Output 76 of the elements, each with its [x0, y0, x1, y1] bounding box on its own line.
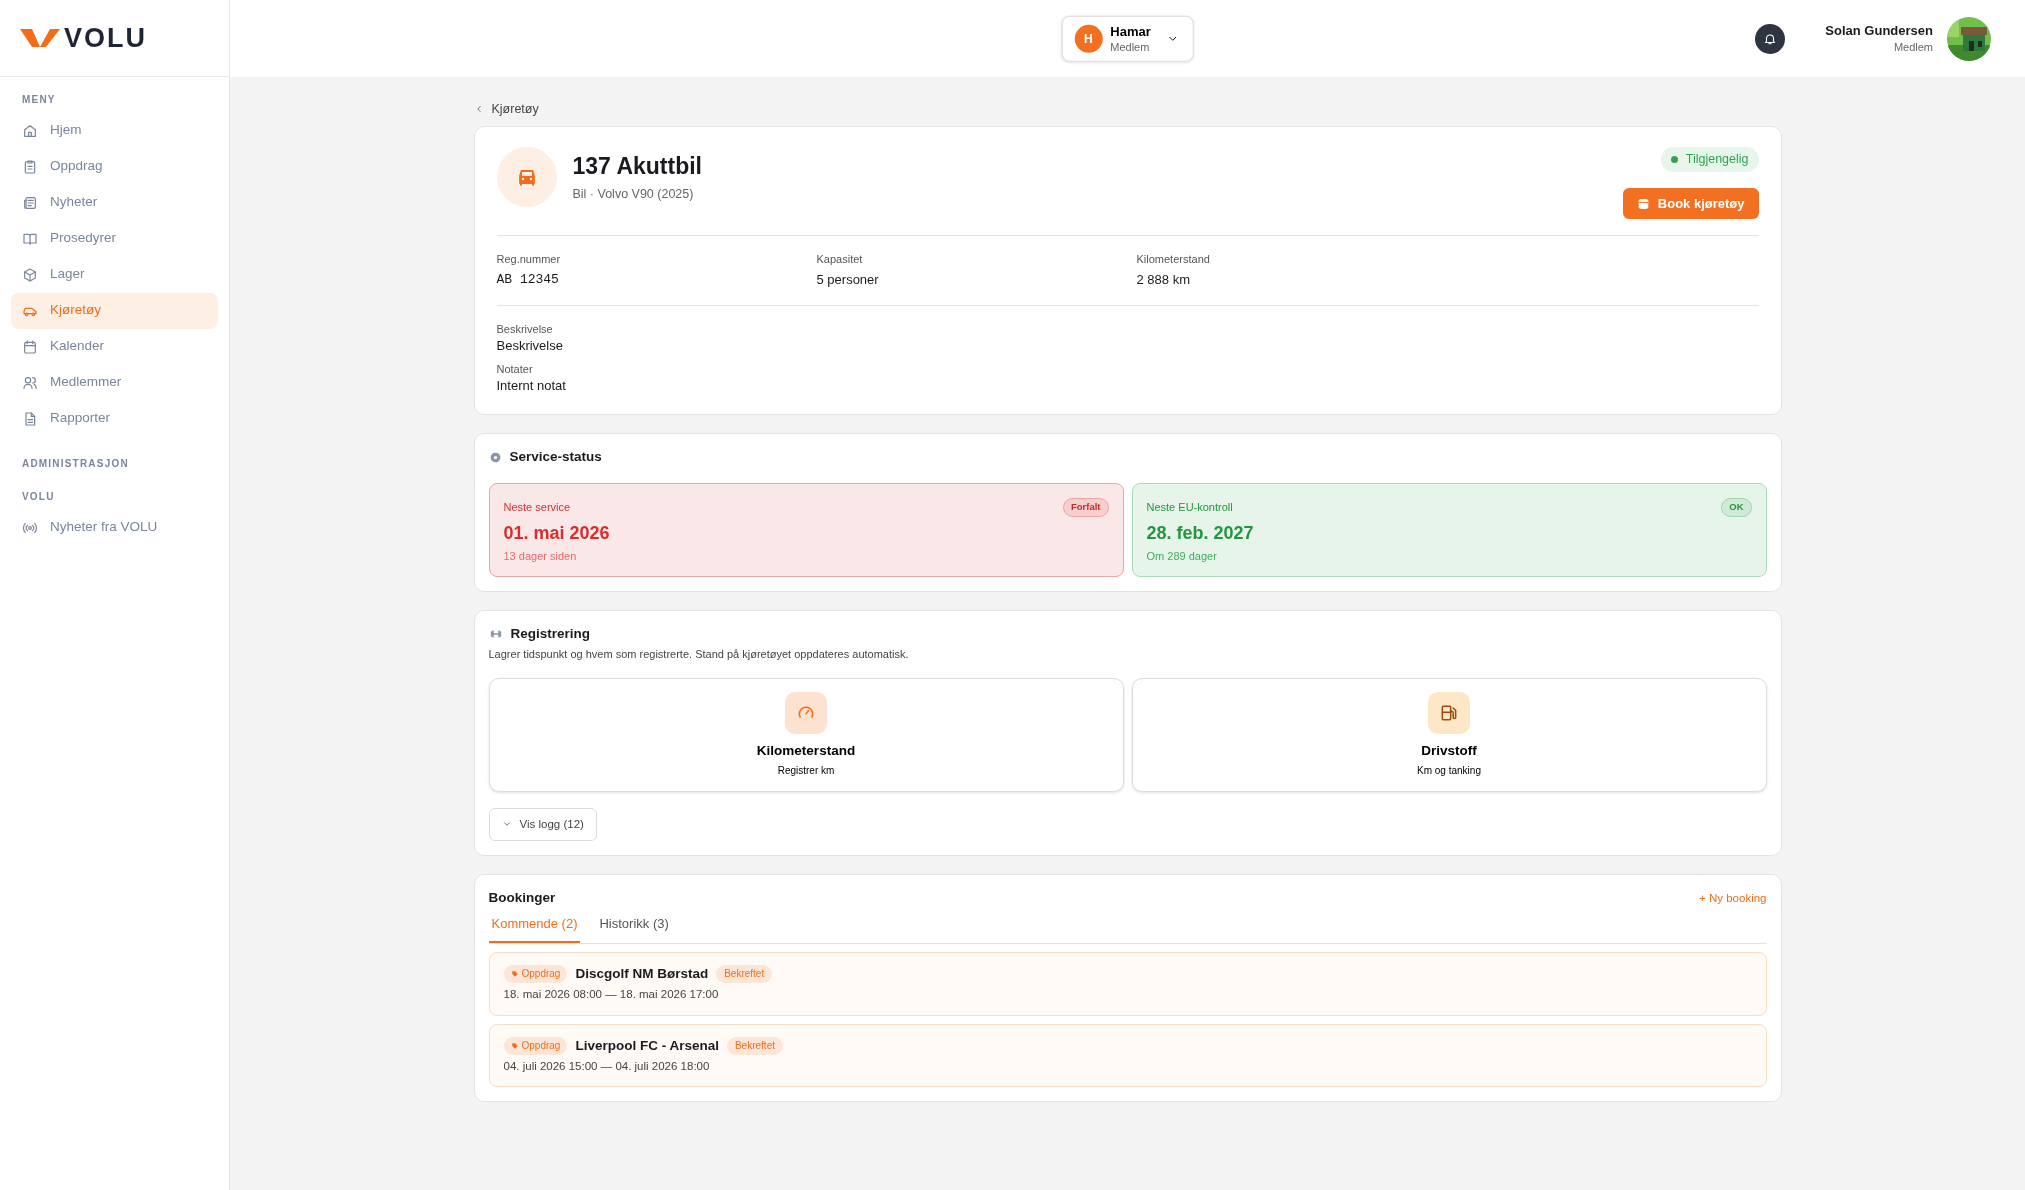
- tag-icon: [510, 970, 519, 979]
- calendar-icon: [1636, 197, 1650, 210]
- section-heading: MENY: [21, 93, 57, 107]
- back-link[interactable]: Kjøretøy: [473, 101, 539, 118]
- vehicle-subtitle: Bil · Volvo V90 (2025): [572, 185, 695, 203]
- dumbbell-icon: [488, 628, 503, 639]
- sidebar-item[interactable]: Hjem: [11, 112, 218, 149]
- show-log-button[interactable]: Vis logg (12): [488, 807, 597, 842]
- sidebar-item[interactable]: Kalender: [11, 328, 218, 365]
- booking-title: Discgolf NM Børstad: [575, 965, 709, 983]
- section-title: Bookinger: [488, 889, 556, 908]
- organization-role: Medlem: [1110, 39, 1151, 55]
- section-title: Registrering: [510, 624, 591, 643]
- status-badge: Bekreftet: [726, 1037, 783, 1055]
- status-badge: OK: [1721, 497, 1752, 517]
- clipboard-icon: [22, 158, 38, 175]
- user-name: Solan Gundersen: [1825, 22, 1933, 40]
- notification-button[interactable]: [1755, 23, 1786, 54]
- section-heading: ADMINISTRASJON: [21, 456, 130, 470]
- field-label: Kapasitet: [816, 252, 864, 268]
- sidebar-item[interactable]: Nyheter fra VOLU: [11, 509, 218, 546]
- field-value: AB 12345: [496, 271, 560, 289]
- field-label: Beskrivelse: [496, 321, 554, 337]
- status-label: Neste EU-kontroll: [1146, 499, 1233, 515]
- due-date: 28. feb. 2027: [1146, 521, 1255, 545]
- registration-button[interactable]: Drivstoff Km og tanking: [1131, 677, 1767, 792]
- sidebar-item[interactable]: Prosedyrer: [11, 220, 218, 257]
- tab[interactable]: Kommende (2): [488, 915, 581, 943]
- booking-time: 18. mai 2026 08:00 — 18. mai 2026 17:00: [503, 987, 720, 1003]
- logo-text: VOLU: [64, 21, 147, 55]
- category-tag: Oppdrag: [503, 965, 568, 983]
- sidebar-item[interactable]: Oppdrag: [11, 148, 218, 185]
- bell-icon: [1763, 31, 1778, 46]
- status-badge: Bekreftet: [716, 965, 773, 983]
- field-value: 2 888 km: [1136, 271, 1191, 289]
- registration-button[interactable]: Kilometerstand Registrer km: [488, 677, 1124, 792]
- due-detail: Om 289 dager: [1146, 548, 1218, 564]
- organization-switcher[interactable]: H Hamar Medlem: [1061, 15, 1194, 62]
- section-heading: VOLU: [21, 490, 56, 504]
- book-vehicle-button[interactable]: Book kjøretøy: [1622, 187, 1759, 220]
- document-icon: [22, 410, 38, 427]
- field-value: Internt notat: [496, 376, 567, 395]
- field-label: Kilometerstand: [1136, 252, 1211, 268]
- users-icon: [22, 374, 38, 391]
- home-icon: [22, 122, 38, 139]
- status-badge: Tilgjengelig: [1660, 146, 1759, 172]
- section-title: Service-status: [509, 448, 602, 467]
- sidebar-item[interactable]: Rapporter: [11, 400, 218, 437]
- category-tag: Oppdrag: [503, 1037, 568, 1055]
- due-date: 01. mai 2026: [503, 521, 611, 545]
- sidebar-item[interactable]: Lager: [11, 256, 218, 293]
- vehicle-title: 137 Akuttbil: [572, 151, 702, 181]
- booking-title: Liverpool FC - Arsenal: [575, 1036, 719, 1055]
- organization-name: Hamar: [1110, 22, 1151, 40]
- booking-item[interactable]: Oppdrag Discgolf NM Børstad Bekreftet 18. mai 2026 08:00 — 18. mai 2026 17:00: [488, 952, 1767, 1016]
- tab[interactable]: Historikk (3): [596, 915, 672, 943]
- booking-time: 04. juli 2026 15:00 — 04. juli 2026 18:00: [503, 1058, 711, 1074]
- new-booking-link[interactable]: + Ny booking: [1699, 890, 1767, 907]
- due-detail: 13 dager siden: [503, 548, 578, 564]
- field-label: Reg.nummer: [496, 252, 562, 268]
- sidebar-item[interactable]: Medlemmer: [11, 364, 218, 401]
- organization-avatar: H: [1074, 24, 1103, 53]
- sidebar-item[interactable]: Kjøretøy: [11, 292, 218, 329]
- calendar-icon: [22, 338, 38, 355]
- field-value: Beskrivelse: [496, 336, 564, 355]
- tag-icon: [510, 1041, 519, 1050]
- field-value: 5 personer: [816, 271, 880, 289]
- section-description: Lagrer tidspunkt og hvem som registrerte. Stand på kjøretøyet oppdateres automatisk.: [488, 646, 910, 662]
- newspaper-icon: [22, 194, 38, 211]
- cube-icon: [22, 266, 38, 283]
- sidebar-item[interactable]: Nyheter: [11, 184, 218, 221]
- booking-item[interactable]: Oppdrag Liverpool FC - Arsenal Bekreftet 04. juli 2026 15:00 — 04. juli 2026 18:00: [488, 1023, 1767, 1088]
- status-badge: Forfalt: [1062, 497, 1109, 517]
- field-label: Notater: [496, 362, 534, 377]
- status-label: Neste service: [503, 499, 571, 515]
- user-role: Medlem: [1892, 39, 1933, 55]
